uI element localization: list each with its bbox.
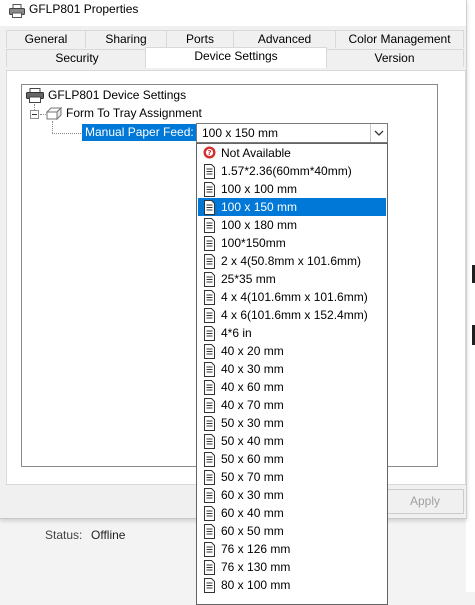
option-label: Not Available — [221, 146, 291, 160]
dropdown-option[interactable]: 4*6 in — [198, 324, 386, 342]
paper-size-dropdown-list[interactable]: ? Not Available 1.57*2.36(60mm*40mm) 100 x … — [196, 143, 388, 605]
option-label: 4 x 4(101.6mm x 101.6mm) — [221, 290, 368, 304]
option-label: 100*150mm — [221, 236, 286, 250]
tab-label: Security — [55, 51, 99, 65]
tab-label: General — [24, 32, 68, 46]
dropdown-option[interactable]: 60 x 30 mm — [198, 486, 386, 504]
document-icon — [203, 578, 216, 598]
option-label: 4 x 6(101.6mm x 152.4mm) — [221, 308, 368, 322]
title-bar[interactable]: GFLP801 Properties — [0, 0, 466, 26]
dropdown-option[interactable]: 40 x 30 mm — [198, 360, 386, 378]
tab-label: Sharing — [105, 32, 147, 46]
tree-root[interactable]: GFLP801 Device Settings — [48, 87, 186, 103]
background-window-edge — [466, 0, 475, 592]
tab-label: Advanced — [257, 32, 312, 46]
apply-button[interactable]: Apply — [386, 489, 464, 514]
dropdown-option[interactable]: 50 x 40 mm — [198, 432, 386, 450]
tree-connector — [52, 121, 53, 133]
dropdown-option[interactable]: 25*35 mm — [198, 270, 386, 288]
dropdown-option[interactable]: 1.57*2.36(60mm*40mm) — [198, 162, 386, 180]
dropdown-option[interactable]: 2 x 4(50.8mm x 101.6mm) — [198, 252, 386, 270]
tab-label: Ports — [185, 32, 214, 46]
option-label: 40 x 70 mm — [221, 398, 284, 412]
dropdown-option[interactable]: 50 x 30 mm — [198, 414, 386, 432]
option-label: 76 x 130 mm — [221, 560, 291, 574]
option-label: 76 x 126 mm — [221, 542, 291, 556]
paper-size-combo[interactable]: 100 x 150 mm — [196, 123, 388, 143]
dropdown-option[interactable]: 40 x 70 mm — [198, 396, 386, 414]
option-label: 40 x 60 mm — [221, 380, 284, 394]
tab-general[interactable]: General — [6, 30, 86, 48]
dropdown-option[interactable]: 40 x 60 mm — [198, 378, 386, 396]
tab-advanced[interactable]: Advanced — [233, 30, 336, 48]
window-title: GFLP801 Properties — [29, 2, 139, 16]
option-label: 50 x 70 mm — [221, 470, 284, 484]
dropdown-option[interactable]: 50 x 70 mm — [198, 468, 386, 486]
dropdown-option[interactable]: 76 x 126 mm — [198, 540, 386, 558]
tab-ports[interactable]: Ports — [166, 30, 234, 48]
svg-text:?: ? — [207, 149, 211, 157]
manual-paper-feed-label[interactable]: Manual Paper Feed: — [82, 124, 197, 141]
collapse-icon[interactable] — [30, 110, 39, 119]
option-label: 1.57*2.36(60mm*40mm) — [221, 164, 352, 178]
dropdown-option[interactable]: 4 x 4(101.6mm x 101.6mm) — [198, 288, 386, 306]
option-label: 25*35 mm — [221, 272, 276, 286]
tab-sharing[interactable]: Sharing — [85, 30, 167, 48]
combo-value: 100 x 150 mm — [202, 126, 279, 140]
option-label: 80 x 100 mm — [221, 578, 291, 592]
dropdown-option[interactable]: 76 x 130 mm — [198, 558, 386, 576]
status-label: Status: — [45, 528, 83, 542]
chevron-down-icon — [374, 130, 384, 136]
option-label: 4*6 in — [221, 326, 252, 340]
dropdown-option[interactable]: 60 x 40 mm — [198, 504, 386, 522]
option-label: 60 x 30 mm — [221, 488, 284, 502]
dropdown-option[interactable]: ? Not Available — [198, 144, 386, 162]
dropdown-option[interactable]: 50 x 60 mm — [198, 450, 386, 468]
dropdown-option[interactable]: 4 x 6(101.6mm x 152.4mm) — [198, 306, 386, 324]
option-label: 40 x 30 mm — [221, 362, 284, 376]
tab-label: Version — [374, 51, 415, 65]
dropdown-option[interactable]: 100*150mm — [198, 234, 386, 252]
dropdown-option[interactable]: 100 x 100 mm — [198, 180, 386, 198]
tab-security[interactable]: Security — [6, 49, 148, 67]
option-label: 50 x 30 mm — [221, 416, 284, 430]
tab-color-management[interactable]: Color Management — [335, 30, 464, 48]
dropdown-option[interactable]: 100 x 180 mm — [198, 216, 386, 234]
tab-label: Color Management — [348, 32, 451, 46]
option-label: 100 x 100 mm — [221, 182, 298, 196]
combo-dropdown-button[interactable] — [370, 124, 387, 142]
printer-icon — [26, 88, 44, 103]
option-label: 100 x 180 mm — [221, 218, 298, 232]
dropdown-option[interactable]: 40 x 20 mm — [198, 342, 386, 360]
option-label: 100 x 150 mm — [221, 200, 298, 214]
option-label: 2 x 4(50.8mm x 101.6mm) — [221, 254, 362, 268]
tray-icon — [46, 106, 62, 121]
tab-device-settings[interactable]: Device Settings — [145, 47, 327, 68]
option-label: 60 x 50 mm — [221, 524, 284, 538]
status-value: Offline — [91, 528, 126, 542]
printer-icon — [9, 4, 25, 18]
option-label: 50 x 40 mm — [221, 434, 284, 448]
tab-version[interactable]: Version — [325, 49, 464, 67]
dropdown-option[interactable]: 80 x 100 mm — [198, 576, 386, 594]
option-label: 40 x 20 mm — [221, 344, 284, 358]
tab-label: Device Settings — [194, 49, 278, 63]
tree-form-to-tray[interactable]: Form To Tray Assignment — [66, 105, 202, 121]
option-label: 60 x 40 mm — [221, 506, 284, 520]
option-label: 50 x 60 mm — [221, 452, 284, 466]
dropdown-option[interactable]: 60 x 50 mm — [198, 522, 386, 540]
tree-connector — [52, 133, 81, 134]
dropdown-option[interactable]: 100 x 150 mm — [198, 198, 386, 216]
